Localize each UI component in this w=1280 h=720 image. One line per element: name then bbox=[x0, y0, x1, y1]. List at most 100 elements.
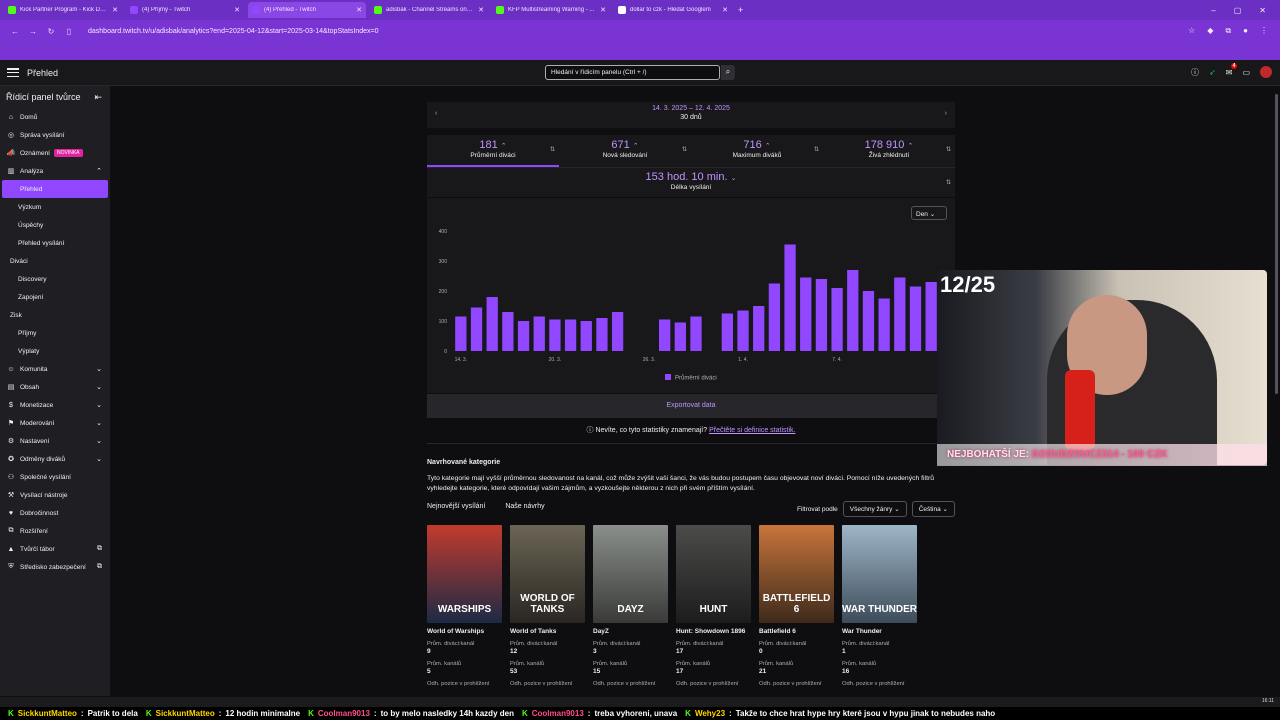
dashboard-search-input[interactable]: Hledání v řídicím panelu (Ctrl + /) bbox=[545, 65, 720, 80]
category-cover[interactable]: WARSHIPS bbox=[427, 525, 502, 623]
next-range-icon[interactable]: › bbox=[945, 110, 947, 117]
category-name[interactable]: World of Tanks bbox=[510, 628, 585, 635]
sidebar-item-monetizace[interactable]: $ Monetizace ⌄ bbox=[0, 396, 110, 414]
sidebar-item-vys-lac-n-stroje[interactable]: ⚒ Vysílací nástroje bbox=[0, 486, 110, 504]
back-icon[interactable]: ← bbox=[6, 27, 24, 36]
reload-icon[interactable]: ↻ bbox=[42, 27, 60, 36]
language-dropdown[interactable]: Čeština ⌄ bbox=[911, 501, 955, 517]
maximize-button[interactable]: ▢ bbox=[1234, 6, 1242, 15]
category-card[interactable]: WARSHIPS World of Warships Prům. diváci:… bbox=[427, 525, 502, 687]
category-cover[interactable]: WORLD OF TANKS bbox=[510, 525, 585, 623]
sidebar-item-anal-za[interactable]: ▥ Analýza ⌃ bbox=[0, 162, 110, 180]
sidebar-item-ozn-men-[interactable]: 📣 Oznámení NOVINKA bbox=[0, 144, 110, 162]
stat-key: Prům. kanálů bbox=[759, 661, 794, 667]
broadcast-icon: ◎ bbox=[7, 132, 15, 139]
menu-dots-icon[interactable]: ⋮ bbox=[1260, 26, 1268, 36]
category-card[interactable]: HUNT Hunt: Showdown 1896 Prům. diváci:ka… bbox=[676, 525, 751, 687]
stat-tile[interactable]: 181 ⌃ Průměrní diváci ⇅ bbox=[427, 135, 559, 167]
extensions-puzzle-icon[interactable]: ⧉ bbox=[1225, 26, 1231, 36]
granularity-select[interactable]: Den ⌄ bbox=[911, 206, 947, 220]
sidebar-item-p-jmy[interactable]: Příjmy bbox=[0, 324, 110, 342]
sidebar-toggle-icon[interactable]: ▯ bbox=[60, 27, 78, 36]
stat-tile[interactable]: 716 ⌃ Maximum diváků ⇅ bbox=[691, 135, 823, 167]
close-tab-icon[interactable]: ✕ bbox=[356, 6, 362, 14]
page-scrollbar[interactable] bbox=[1272, 86, 1280, 696]
whispers-icon[interactable]: ▭ bbox=[1242, 68, 1250, 77]
category-card[interactable]: DAYZ DayZ Prům. diváci:kanál 3 Prům. kan… bbox=[593, 525, 668, 687]
category-name[interactable]: Hunt: Showdown 1896 bbox=[676, 628, 751, 635]
sidebar-item-v-zkum[interactable]: Výzkum bbox=[0, 198, 110, 216]
forward-icon[interactable]: → bbox=[24, 27, 42, 36]
category-card[interactable]: BATTLEFIELD 6 Battlefield 6 Prům. diváci… bbox=[759, 525, 834, 687]
bookmark-star-icon[interactable]: ☆ bbox=[1188, 26, 1195, 36]
browser-tab[interactable]: Kick Partner Program - Kick Dashboard ✕ bbox=[4, 2, 122, 18]
sidebar-item-tv-r-t-bor[interactable]: ▲ Tvůrčí tábor ⧉ bbox=[0, 540, 110, 558]
close-tab-icon[interactable]: ✕ bbox=[600, 6, 606, 14]
sort-icon[interactable]: ⇅ bbox=[946, 146, 951, 153]
sidebar-item-moderov-n-[interactable]: ⚑ Moderování ⌄ bbox=[0, 414, 110, 432]
minimize-button[interactable]: – bbox=[1211, 6, 1215, 15]
close-tab-icon[interactable]: ✕ bbox=[478, 6, 484, 14]
category-name[interactable]: Battlefield 6 bbox=[759, 628, 834, 635]
hamburger-menu-icon[interactable] bbox=[7, 68, 19, 77]
category-name[interactable]: DayZ bbox=[593, 628, 668, 635]
browser-tab[interactable]: dollar to czk - Hledat Googlem ✕ bbox=[614, 2, 732, 18]
close-window-button[interactable]: ✕ bbox=[1259, 6, 1266, 15]
url-field[interactable]: dashboard.twitch.tv/u/adisbak/analytics?… bbox=[88, 28, 379, 35]
sidebar-item-discovery[interactable]: Discovery bbox=[0, 270, 110, 288]
sidebar-item-dobro-innost[interactable]: ♥ Dobročinnost bbox=[0, 504, 110, 522]
close-tab-icon[interactable]: ✕ bbox=[722, 6, 728, 14]
date-range-selector[interactable]: ‹ 14. 3. 2025 – 12. 4. 2025 30 dnů › bbox=[427, 102, 955, 128]
close-tab-icon[interactable]: ✕ bbox=[234, 6, 240, 14]
browser-tab[interactable]: (4) Příjmy - Twitch ✕ bbox=[126, 2, 244, 18]
stat-tile[interactable]: 671 ⌃ Nová sledování ⇅ bbox=[559, 135, 691, 167]
browser-tab[interactable]: KFP Multistreaming Warning - ... ✕ bbox=[492, 2, 610, 18]
sidebar-item-nastaven-[interactable]: ⚙ Nastavení ⌄ bbox=[0, 432, 110, 450]
sort-icon[interactable]: ⇅ bbox=[682, 146, 687, 153]
inbox-icon[interactable]: ✉ 4 bbox=[1226, 62, 1238, 77]
category-card[interactable]: WORLD OF TANKS World of Tanks Prům. divá… bbox=[510, 525, 585, 687]
stat-tile[interactable]: 178 910 ⌃ Živá zhlédnutí ⇅ bbox=[823, 135, 955, 167]
profile-icon[interactable]: ● bbox=[1243, 26, 1248, 36]
stats-definitions-link[interactable]: Přečtěte si definice statistik. bbox=[709, 427, 795, 434]
help-icon[interactable]: ⓘ bbox=[1191, 67, 1199, 78]
sidebar-item-odm-ny-div-k-[interactable]: ✪ Odměny diváků ⌄ bbox=[0, 450, 110, 468]
export-data-button[interactable]: Exportovat data bbox=[427, 394, 955, 418]
avatar[interactable] bbox=[1260, 66, 1272, 78]
genre-dropdown[interactable]: Všechny žánry ⌄ bbox=[842, 501, 907, 517]
browser-tab[interactable]: adisbak - Channel Streams on Kick ✕ bbox=[370, 2, 488, 18]
sidebar-item-v-platy[interactable]: Výplaty bbox=[0, 342, 110, 360]
sidebar-item-st-edisko-zabezpe-en-[interactable]: ⛨ Středisko zabezpečení ⧉ bbox=[0, 558, 110, 576]
category-cover[interactable]: BATTLEFIELD 6 bbox=[759, 525, 834, 623]
category-name[interactable]: War Thunder bbox=[842, 628, 917, 635]
browser-tab[interactable]: (4) Přehled - Twitch ✕ bbox=[248, 2, 366, 18]
sidebar-item-obsah[interactable]: ▤ Obsah ⌄ bbox=[0, 378, 110, 396]
sort-icon[interactable]: ⇅ bbox=[814, 146, 819, 153]
stat-tile-duration[interactable]: 153 hod. 10 min. ⌄ Délka vysílání ⇅ bbox=[427, 167, 955, 197]
category-cover[interactable]: HUNT bbox=[676, 525, 751, 623]
sidebar-item-komunita[interactable]: ☺ Komunita ⌄ bbox=[0, 360, 110, 378]
sidebar-item-spole-n-vys-l-n-[interactable]: ⚇ Společné vysílání bbox=[0, 468, 110, 486]
category-cover[interactable]: DAYZ bbox=[593, 525, 668, 623]
prev-range-icon[interactable]: ‹ bbox=[435, 110, 437, 117]
sidebar-item--sp-chy[interactable]: Úspěchy bbox=[0, 216, 110, 234]
category-cover[interactable]: WAR THUNDER bbox=[842, 525, 917, 623]
close-tab-icon[interactable]: ✕ bbox=[112, 6, 118, 14]
tab-recent-streams[interactable]: Nejnovější vysílání bbox=[427, 503, 485, 513]
tab-our-suggestions[interactable]: Naše návrhy bbox=[505, 503, 544, 513]
sidebar-item-dom-[interactable]: ⌂ Domů bbox=[0, 108, 110, 126]
new-tab-button[interactable]: + bbox=[738, 5, 743, 15]
sidebar-item-p-ehled[interactable]: Přehled bbox=[2, 180, 108, 198]
category-card[interactable]: WAR THUNDER War Thunder Prům. diváci:kan… bbox=[842, 525, 917, 687]
sort-icon[interactable]: ⇅ bbox=[946, 179, 951, 186]
sidebar-item-zapojen-[interactable]: Zapojení bbox=[0, 288, 110, 306]
category-name[interactable]: World of Warships bbox=[427, 628, 502, 635]
extension-icon[interactable]: ◆ bbox=[1207, 26, 1213, 36]
sort-icon[interactable]: ⇅ bbox=[550, 146, 555, 153]
search-icon[interactable]: ⌕ bbox=[721, 65, 735, 80]
sidebar-item-spr-va-vys-l-n-[interactable]: ◎ Správa vysílání bbox=[0, 126, 110, 144]
sidebar-item-roz-en-[interactable]: ⧉ Rozšíření bbox=[0, 522, 110, 540]
collapse-sidebar-icon[interactable]: ⇤ bbox=[94, 92, 102, 103]
sidebar-item-p-ehled-vys-l-n-[interactable]: Přehled vysílání bbox=[0, 234, 110, 252]
hype-icon[interactable]: ➶ bbox=[1209, 68, 1216, 77]
